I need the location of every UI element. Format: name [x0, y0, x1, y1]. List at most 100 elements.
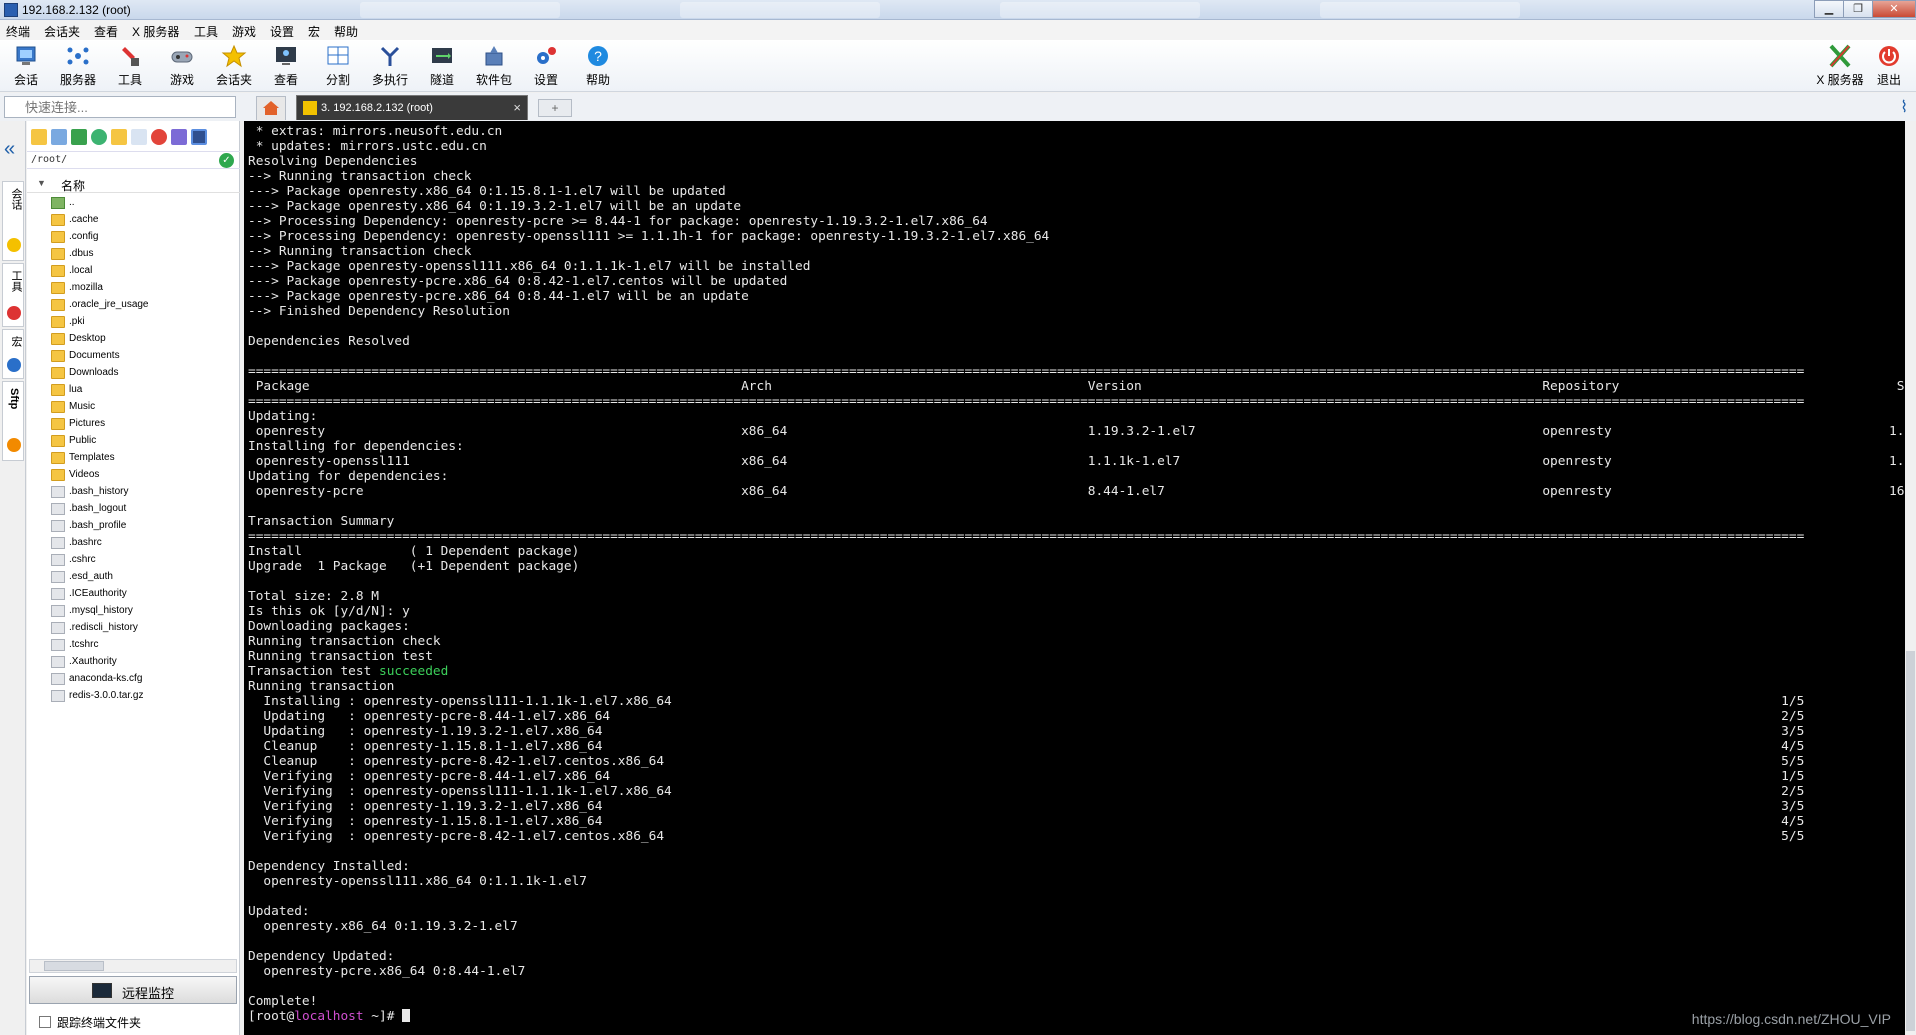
file-list-item[interactable]: Pictures — [27, 416, 240, 433]
menu-help[interactable]: 帮助 — [334, 23, 358, 40]
path-confirm-icon[interactable]: ✓ — [219, 153, 234, 168]
tab-close-button[interactable]: × — [513, 100, 521, 115]
exit-button[interactable]: 退出 — [1866, 44, 1912, 90]
file-list-item[interactable]: .ICEauthority — [27, 586, 240, 603]
file-name: .tcshrc — [69, 639, 99, 650]
terminal-line: Updating : openresty-pcre-8.44-1.el7.x86… — [248, 709, 1805, 724]
settings-button[interactable]: 设置 — [520, 44, 572, 90]
file-list-item[interactable]: .config — [27, 229, 240, 246]
games-button[interactable]: 游戏 — [156, 44, 208, 90]
tools-icon — [7, 306, 21, 320]
file-name: .bash_history — [69, 486, 129, 497]
file-list-item[interactable]: .bashrc — [27, 535, 240, 552]
file-list-item[interactable]: .dbus — [27, 246, 240, 263]
terminal-view[interactable]: * extras: mirrors.neusoft.edu.cn * updat… — [244, 121, 1905, 1035]
file-list-item[interactable]: redis-3.0.0.tar.gz — [27, 688, 240, 705]
file-list-item[interactable]: Downloads — [27, 365, 240, 382]
file-list-item[interactable]: Desktop — [27, 331, 240, 348]
menu-games[interactable]: 游戏 — [232, 23, 256, 40]
file-list-item[interactable]: anaconda-ks.cfg — [27, 671, 240, 688]
file-list-item[interactable]: .bash_logout — [27, 501, 240, 518]
sftp-side-tab[interactable]: Sftp — [2, 381, 24, 461]
file-list-item[interactable]: Documents — [27, 348, 240, 365]
delete-icon[interactable] — [151, 129, 167, 145]
refresh-icon[interactable] — [91, 129, 107, 145]
file-list-header[interactable]: ▼ 名称 — [27, 175, 240, 193]
file-list-item[interactable]: .Xauthority — [27, 654, 240, 671]
sftp-path[interactable]: /root/ — [31, 154, 67, 165]
menu-view[interactable]: 查看 — [94, 23, 118, 40]
file-list-item[interactable]: Videos — [27, 467, 240, 484]
session-button[interactable]: 会话 — [0, 44, 52, 90]
toggle-view-icon[interactable] — [191, 129, 207, 145]
folder-icon — [51, 231, 65, 243]
tools-side-tab[interactable]: 工具 — [2, 263, 24, 327]
sftp-path-bar[interactable]: /root/ ✓ — [27, 151, 240, 169]
tools-icon — [122, 47, 139, 66]
file-name: Public — [69, 435, 97, 446]
new-tab-button[interactable]: + — [538, 99, 572, 117]
menu-settings[interactable]: 设置 — [270, 23, 294, 40]
menu-tools[interactable]: 工具 — [194, 23, 218, 40]
tools-button[interactable]: 工具 — [104, 44, 156, 90]
x-server-button[interactable]: X 服务器 — [1814, 44, 1866, 90]
split-button[interactable]: 分割 — [312, 44, 364, 90]
terminal-line: ---> Package openresty.x86_64 0:1.15.8.1… — [248, 184, 726, 199]
new-file-icon[interactable] — [131, 129, 147, 145]
macros-side-tab[interactable]: 宏 — [2, 329, 24, 379]
file-list-item[interactable]: Public — [27, 433, 240, 450]
maximize-button[interactable]: ❐ — [1843, 0, 1873, 18]
scroll-thumb[interactable] — [1906, 651, 1915, 1031]
file-list-item[interactable]: .cshrc — [27, 552, 240, 569]
paperclip-icon[interactable]: ⌇ — [1900, 97, 1908, 117]
help-button[interactable]: ? 帮助 — [572, 44, 624, 90]
download-icon[interactable] — [51, 129, 67, 145]
file-list-item[interactable]: Music — [27, 399, 240, 416]
follow-terminal-checkbox[interactable] — [39, 1016, 51, 1028]
collapse-sidebar-button[interactable]: « — [4, 139, 15, 159]
file-list-item[interactable]: .mysql_history — [27, 603, 240, 620]
file-list-item[interactable]: .mozilla — [27, 280, 240, 297]
close-window-button[interactable]: ✕ — [1872, 0, 1916, 18]
file-list-item[interactable]: .. — [27, 195, 240, 212]
shell-prompt[interactable]: [root@localhost ~]# — [248, 1009, 1905, 1024]
scroll-thumb[interactable] — [44, 961, 104, 971]
file-list-item[interactable]: .bash_history — [27, 484, 240, 501]
servers-button[interactable]: 服务器 — [52, 44, 104, 90]
sessions-side-tab[interactable]: 会话 — [2, 181, 24, 261]
parent-folder-icon[interactable] — [31, 129, 47, 145]
file-list-item[interactable]: Templates — [27, 450, 240, 467]
view-button[interactable]: 查看 — [260, 44, 312, 90]
file-list-item[interactable]: lua — [27, 382, 240, 399]
file-list-item[interactable]: .esd_auth — [27, 569, 240, 586]
sessions-bookmark-button[interactable]: 会话夹 — [208, 44, 260, 90]
file-list-item[interactable]: .cache — [27, 212, 240, 229]
tunnel-button[interactable]: 隧道 — [416, 44, 468, 90]
quick-connect-input[interactable] — [4, 96, 236, 118]
new-folder-icon[interactable] — [111, 129, 127, 145]
file-list-item[interactable]: .oracle_jre_usage — [27, 297, 240, 314]
file-name: Templates — [69, 452, 115, 463]
file-list-item[interactable]: .tcshrc — [27, 637, 240, 654]
file-list-item[interactable]: .local — [27, 263, 240, 280]
home-tab[interactable] — [256, 96, 286, 120]
terminal-scrollbar[interactable] — [1905, 121, 1916, 1035]
file-list-item[interactable]: .rediscli_history — [27, 620, 240, 637]
menu-x-server[interactable]: X 服务器 — [132, 23, 179, 40]
tunnel-icon — [432, 48, 452, 63]
remote-monitor-button[interactable]: 远程监控 — [29, 976, 237, 1004]
rename-icon[interactable] — [171, 129, 187, 145]
menu-macros[interactable]: 宏 — [308, 23, 320, 40]
menu-terminal[interactable]: 终端 — [6, 23, 30, 40]
file-list-item[interactable]: .bash_profile — [27, 518, 240, 535]
column-name[interactable]: 名称 — [61, 177, 85, 194]
multiexec-button[interactable]: 多执行 — [364, 44, 416, 90]
file-list-item[interactable]: .pki — [27, 314, 240, 331]
horizontal-scrollbar[interactable] — [29, 959, 237, 973]
minimize-button[interactable]: ▁ — [1814, 0, 1844, 18]
terminal-line: * extras: mirrors.neusoft.edu.cn — [248, 124, 503, 139]
session-tab[interactable]: 3. 192.168.2.132 (root) × — [296, 95, 528, 120]
upload-icon[interactable] — [71, 129, 87, 145]
menu-sessions[interactable]: 会话夹 — [44, 23, 80, 40]
packages-button[interactable]: 软件包 — [468, 44, 520, 90]
